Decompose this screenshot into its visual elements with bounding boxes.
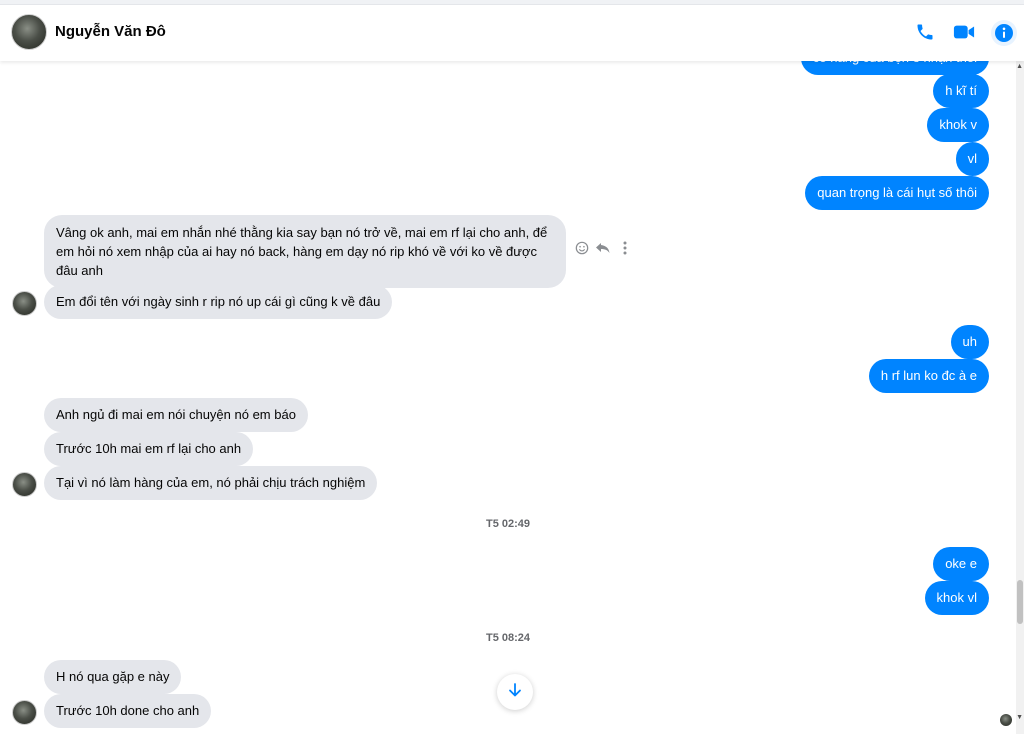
scroll-down-icon[interactable]: ▼	[1016, 714, 1023, 721]
messenger-window: Nguyễn Văn Đô có hàng của bọn e nhận thô…	[0, 0, 1024, 734]
conversation-header: Nguyễn Văn Đô	[0, 5, 1024, 61]
outgoing-message[interactable]: uh	[950, 325, 989, 359]
emoji-reaction-icon[interactable]	[575, 241, 589, 260]
outgoing-message[interactable]: quan trọng là cái hụt số thôi	[805, 176, 989, 210]
timestamp: T5 08:24	[485, 632, 531, 644]
contact-avatar-small[interactable]	[12, 700, 37, 725]
incoming-message[interactable]: Em đổi tên với ngày sinh r rip nó up cái…	[44, 285, 393, 319]
contact-avatar-small[interactable]	[12, 291, 37, 316]
contact-avatar[interactable]	[11, 14, 47, 50]
incoming-message[interactable]: Trước 10h done cho anh	[44, 694, 212, 728]
contact-avatar-small[interactable]	[12, 472, 37, 497]
incoming-message[interactable]: Tại vì nó làm hàng của em, nó phải chịu …	[44, 466, 378, 500]
outgoing-message[interactable]: h kĩ tí	[933, 74, 989, 108]
contact-name[interactable]: Nguyễn Văn Đô	[55, 23, 166, 40]
scrollbar[interactable]	[1016, 61, 1024, 734]
reply-icon[interactable]	[595, 241, 611, 260]
timestamp: T5 02:49	[485, 518, 531, 530]
video-camera-icon[interactable]	[952, 20, 976, 44]
outgoing-message[interactable]: vl	[955, 142, 989, 176]
incoming-message[interactable]: H nó qua gặp e này	[44, 660, 182, 694]
phone-icon[interactable]	[913, 20, 937, 44]
arrow-down-icon	[507, 682, 523, 703]
message-thread[interactable]: có hàng của bọn e nhận thôi h kĩ tí khok…	[0, 61, 1016, 734]
info-icon[interactable]	[991, 20, 1017, 46]
incoming-message[interactable]: Trước 10h mai em rf lại cho anh	[44, 432, 254, 466]
scroll-up-icon[interactable]: ▲	[1016, 63, 1023, 70]
outgoing-message[interactable]: khok v	[927, 108, 989, 142]
outgoing-message[interactable]: khok vl	[924, 581, 989, 615]
more-options-icon[interactable]	[623, 241, 627, 260]
incoming-message[interactable]: Anh ngủ đi mai em nói chuyện nó em báo	[44, 398, 308, 432]
incoming-message[interactable]: Vâng ok anh, mai em nhắn nhé thằng kia s…	[44, 215, 566, 288]
seen-avatar	[1000, 714, 1012, 726]
outgoing-message[interactable]: h rf lun ko đc à e	[868, 359, 989, 393]
outgoing-message[interactable]: oke e	[933, 547, 989, 581]
message-actions	[575, 241, 627, 260]
scrollbar-thumb[interactable]	[1017, 580, 1023, 624]
outgoing-message[interactable]: có hàng của bọn e nhận thôi	[800, 61, 989, 75]
scroll-to-bottom-button[interactable]	[497, 674, 533, 710]
